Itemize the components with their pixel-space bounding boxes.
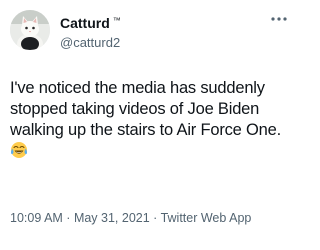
avatar[interactable] xyxy=(10,10,50,50)
more-options-button[interactable] xyxy=(270,10,288,28)
tweet-text-line: walking up the stairs to Air Force One. xyxy=(10,121,281,139)
more-dots-icon xyxy=(271,17,287,21)
cat-avatar-icon xyxy=(10,10,50,50)
meta-separator: · xyxy=(149,211,161,225)
tweet-meta: 10:09 AM · May 31, 2021 · Twitter Web Ap… xyxy=(10,211,251,225)
tweet-date[interactable]: May 31, 2021 xyxy=(74,211,150,225)
tweet-time[interactable]: 10:09 AM xyxy=(10,211,63,225)
author-block[interactable]: Catturd ™ @catturd2 xyxy=(60,12,121,51)
tweet-source[interactable]: Twitter Web App xyxy=(161,211,252,225)
tweet-text-line: stopped taking videos of Joe Biden xyxy=(10,100,260,118)
tweet-card: Catturd ™ @catturd2 I've noticed the medi… xyxy=(0,0,300,250)
tweet-text-line: I've noticed the media has suddenly xyxy=(10,79,265,97)
display-name[interactable]: Catturd xyxy=(60,15,110,31)
tweet-text: I've noticed the media has suddenly stop… xyxy=(10,78,294,162)
face-with-tears-of-joy-icon xyxy=(10,142,28,158)
meta-separator: · xyxy=(62,211,74,225)
emoji-line xyxy=(10,141,294,162)
handle[interactable]: @catturd2 xyxy=(60,34,121,51)
trademark-symbol: ™ xyxy=(112,16,121,25)
